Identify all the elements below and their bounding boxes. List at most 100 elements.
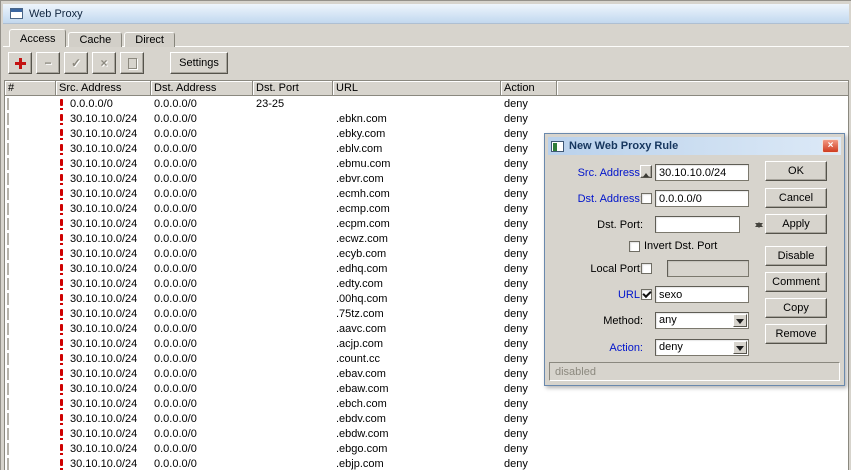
close-icon[interactable]: × [822,139,839,153]
src-address-range-toggle[interactable] [640,165,652,178]
row-flag-box [7,202,9,215]
deny-rule-icon [58,188,66,200]
web-proxy-titlebar[interactable]: Web Proxy [3,4,849,24]
row-flag-box [7,217,9,230]
rule-src-address: 30.10.10.0/24 [70,322,138,335]
rule-src-address: 30.10.10.0/24 [70,142,138,155]
deny-rule-icon [58,173,66,185]
comment-button[interactable]: Comment [765,272,827,292]
rule-src-address: 30.10.10.0/24 [70,292,138,305]
comment-rule-button[interactable] [120,52,144,74]
deny-rule-icon [58,158,66,170]
cancel-button[interactable]: Cancel [765,188,827,208]
rule-src-address: 30.10.10.0/24 [70,262,138,275]
rule-dst-address: 0.0.0.0/0 [154,427,197,440]
column-header-number[interactable]: # [5,81,56,96]
enable-rule-button[interactable]: ✓ [64,52,88,74]
rule-src-address: 0.0.0.0/0 [70,97,113,110]
table-row[interactable]: 30.10.10.0/24 0.0.0.0/0 .ebdv.com deny [5,411,848,426]
rule-dst-address: 0.0.0.0/0 [154,292,197,305]
rule-url: .edhq.com [336,262,388,275]
dst-port-label: Dst. Port: [597,219,643,231]
dst-port-input[interactable] [655,216,740,233]
deny-rule-icon [58,143,66,155]
column-header-dst-address[interactable]: Dst. Address [151,81,253,96]
table-row[interactable]: 30.10.10.0/24 0.0.0.0/0 .ebch.com deny [5,396,848,411]
row-flag-box [7,442,9,455]
settings-button[interactable]: Settings [170,52,228,74]
local-port-input [667,260,749,277]
method-dropdown[interactable]: any [655,312,749,329]
row-flag-box [7,127,9,140]
rule-url: .ecwz.com [336,232,388,245]
cross-icon: × [100,56,108,70]
column-header-src-address[interactable]: Src. Address [56,81,151,96]
column-header-dst-port[interactable]: Dst. Port [253,81,333,96]
rule-dst-address: 0.0.0.0/0 [154,307,197,320]
rule-url: .ebkn.com [336,112,387,125]
tab-direct[interactable]: Direct [124,32,175,47]
rule-action: deny [504,97,528,110]
rule-dst-address: 0.0.0.0/0 [154,382,197,395]
column-header-action[interactable]: Action [501,81,557,96]
dst-address-input[interactable] [655,190,749,207]
deny-rule-icon [58,323,66,335]
deny-rule-icon [58,383,66,395]
table-row[interactable]: 30.10.10.0/24 0.0.0.0/0 .ebkn.com deny [5,111,848,126]
remove-button[interactable]: Remove [765,324,827,344]
chevron-down-icon[interactable] [733,341,747,354]
rule-url: .aavc.com [336,322,387,335]
rule-src-address: 30.10.10.0/24 [70,157,138,170]
table-row[interactable]: 0.0.0.0/0 0.0.0.0/0 23-25 deny [5,96,848,111]
table-row[interactable]: 30.10.10.0/24 0.0.0.0/0 .ebdw.com deny [5,426,848,441]
dst-address-checkbox[interactable] [641,193,652,204]
rule-src-address: 30.10.10.0/24 [70,427,138,440]
rule-dst-address: 0.0.0.0/0 [154,232,197,245]
add-rule-button[interactable] [8,52,32,74]
tab-cache[interactable]: Cache [68,32,123,47]
row-flag-box [7,97,9,110]
action-dropdown[interactable]: deny [655,339,749,356]
deny-rule-icon [58,338,66,350]
rule-url: .ebav.com [336,367,386,380]
src-address-input[interactable] [655,164,749,181]
rule-src-address: 30.10.10.0/24 [70,202,138,215]
rule-url: .ebky.com [336,127,386,140]
row-flag-box [7,277,9,290]
local-port-checkbox[interactable] [641,263,652,274]
remove-rule-button[interactable]: − [36,52,60,74]
rule-dst-address: 0.0.0.0/0 [154,112,197,125]
dialog-titlebar[interactable]: New Web Proxy Rule × [548,137,841,155]
disable-rule-button[interactable]: × [92,52,116,74]
rule-url: .00hq.com [336,292,388,305]
ok-button[interactable]: OK [765,161,827,181]
rule-url: .ebdw.com [336,427,389,440]
rule-url: .ebjp.com [336,457,384,470]
invert-dst-port-label: Invert Dst. Port [644,240,718,252]
tab-access[interactable]: Access [9,29,67,47]
apply-button[interactable]: Apply [765,214,827,234]
note-icon [127,57,137,69]
rule-action: deny [504,427,528,440]
rule-dst-address: 0.0.0.0/0 [154,442,197,455]
copy-button[interactable]: Copy [765,298,827,318]
url-input[interactable] [655,286,749,303]
column-header-url[interactable]: URL [333,81,501,96]
table-row[interactable]: 30.10.10.0/24 0.0.0.0/0 .ebjp.com deny [5,456,848,470]
src-address-label: Src. Address: [577,167,643,179]
rule-dst-address: 0.0.0.0/0 [154,277,197,290]
deny-rule-icon [58,98,66,110]
dst-port-spinner[interactable] [753,218,765,232]
invert-dst-port-checkbox[interactable] [629,241,640,252]
url-checkbox[interactable] [641,289,652,300]
row-flag-box [7,337,9,350]
disable-button[interactable]: Disable [765,246,827,266]
row-flag-box [7,367,9,380]
rule-dst-address: 0.0.0.0/0 [154,367,197,380]
rule-src-address: 30.10.10.0/24 [70,247,138,260]
rule-dst-address: 0.0.0.0/0 [154,187,197,200]
rule-url: .ebaw.com [336,382,389,395]
chevron-down-icon[interactable] [733,314,747,327]
rule-action: deny [504,112,528,125]
table-row[interactable]: 30.10.10.0/24 0.0.0.0/0 .ebgo.com deny [5,441,848,456]
